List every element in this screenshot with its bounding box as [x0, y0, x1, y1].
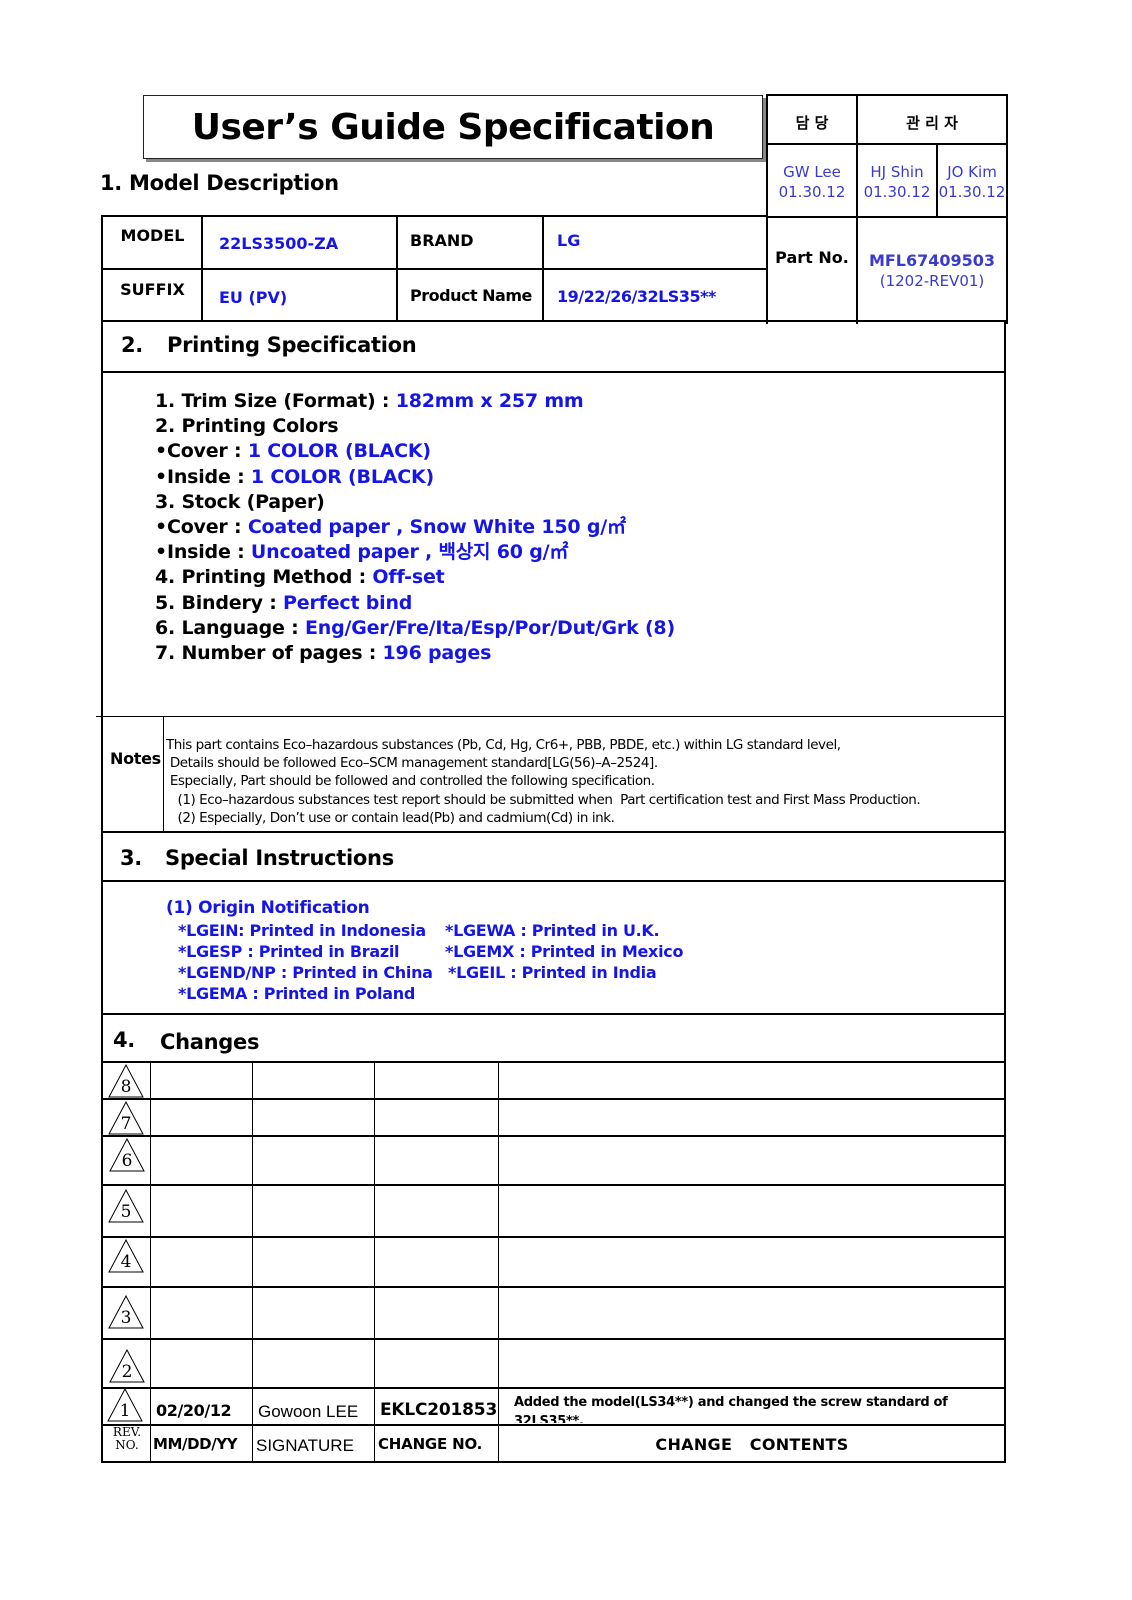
spec-page-count: 7. Number of pages : 196 pages	[155, 642, 492, 665]
notes-line: (2) Especially, Don’t use or contain lea…	[166, 809, 615, 826]
origin-item: *LGEIL : Printed in India	[448, 963, 657, 982]
origin-item: *LGEMX : Printed in Mexico	[445, 942, 684, 961]
product-name-value: 19/22/26/32LS35**	[557, 287, 716, 306]
section-3-rule	[101, 880, 1006, 882]
revision-triangle-3: 3	[108, 1295, 144, 1329]
signer-3-name: JO Kim	[947, 163, 997, 181]
spec-inside-paper: •Inside : Uncoated paper , 백상지 60 g/㎡	[155, 541, 569, 564]
origin-item: *LGEMA : Printed in Poland	[178, 984, 415, 1003]
printing-spec-heading: Printing Specification	[167, 333, 417, 357]
signer-3: JO Kim 01.30.12	[938, 162, 1006, 202]
notes-line: This part contains Eco–hazardous substan…	[166, 737, 841, 753]
change-no-column-label: CHANGE NO.	[378, 1435, 483, 1453]
spec-bindery: 5. Bindery : Perfect bind	[155, 591, 413, 614]
model-description-heading: 1. Model Description	[100, 171, 339, 195]
suffix-label: SUFFIX	[120, 280, 185, 299]
part-no-label: Part No.	[775, 248, 849, 267]
signer-3-date: 01.30.12	[938, 183, 1006, 201]
special-instructions-heading: Special Instructions	[165, 846, 394, 870]
section-3-top-rule	[101, 831, 1006, 833]
signature-column-label: SIGNATURE	[256, 1436, 354, 1455]
notes-line: (1) Eco–hazardous substances test report…	[166, 791, 921, 808]
revision-triangle-1: 1	[107, 1388, 143, 1422]
notes-top-rule	[96, 716, 1006, 717]
changes-heading: Changes	[160, 1030, 260, 1054]
revision-triangle-4: 4	[108, 1239, 144, 1273]
notes-line: Details should be followed Eco–SCM manag…	[166, 755, 658, 772]
change-contents-column-label: CHANGE CONTENTS	[655, 1435, 849, 1454]
change-date: 02/20/12	[156, 1401, 232, 1420]
section-4-rule	[101, 1061, 1006, 1063]
notes-text: This part contains Eco–hazardous substan…	[166, 736, 921, 827]
part-no: MFL67409503 (1202-REV01)	[858, 250, 1006, 292]
spec-trim-size: 1. Trim Size (Format) : 182mm x 257 mm	[155, 390, 584, 412]
origin-item: *LGEIN: Printed in Indonesia	[178, 921, 426, 940]
approval-header-charge: 담 당	[795, 114, 829, 132]
revision-triangle-6: 6	[109, 1138, 145, 1172]
spec-stock: 3. Stock (Paper)	[155, 490, 325, 513]
notes-divider	[163, 717, 164, 831]
spec-cover-paper: •Cover : Coated paper , Snow White 150 g…	[155, 516, 626, 539]
product-name-label: Product Name	[410, 286, 532, 305]
spec-language: 6. Language : Eng/Ger/Fre/Ita/Esp/Por/Du…	[155, 616, 675, 639]
section-4-top-rule	[101, 1013, 1006, 1015]
change-contents: Added the model(LS34**) and changed the …	[514, 1395, 948, 1423]
origin-item: *LGESP : Printed in Brazil	[178, 942, 400, 961]
frame-right-border	[1004, 320, 1006, 1463]
spec-inside-color: •Inside : 1 COLOR (BLACK)	[155, 465, 434, 488]
section-2-rule	[101, 371, 1006, 373]
origin-item: *LGEND/NP : Printed in China	[178, 963, 433, 982]
spec-cover-color: •Cover : 1 COLOR (BLACK)	[155, 440, 431, 463]
change-signature: Gowoon LEE	[258, 1402, 359, 1421]
signer-1: GW Lee 01.30.12	[768, 162, 856, 202]
part-no-revision: (1202-REV01)	[879, 272, 985, 290]
origin-notification-title: (1) Origin Notification	[166, 898, 370, 918]
special-instructions-number: 3.	[120, 846, 142, 870]
model-label: MODEL	[120, 226, 185, 245]
brand-label: BRAND	[410, 231, 474, 250]
signer-1-name: GW Lee	[783, 163, 841, 181]
rev-no-label: REV. NO.	[112, 1425, 142, 1452]
spec-printing-colors: 2. Printing Colors	[155, 415, 339, 438]
change-number: EKLC201853	[380, 1400, 498, 1420]
revision-triangle-7: 7	[108, 1101, 144, 1135]
revision-triangle-2: 2	[109, 1349, 145, 1383]
brand-value: LG	[557, 231, 581, 250]
revision-triangle-8: 8	[108, 1064, 144, 1098]
model-value: 22LS3500-ZA	[219, 234, 339, 253]
origin-list-left: *LGEIN: Printed in Indonesia *LGESP : Pr…	[178, 920, 433, 1004]
suffix-value: EU (PV)	[219, 288, 288, 307]
document-title-box: User’s Guide Specification	[143, 95, 763, 159]
spec-printing-method: 4. Printing Method : Off-set	[155, 566, 445, 589]
approval-header-manager: 관 리 자	[906, 114, 958, 132]
notes-line: Especially, Part should be followed and …	[166, 773, 655, 790]
changes-number: 4.	[113, 1028, 135, 1052]
signer-2-date: 01.30.12	[863, 183, 931, 201]
signer-2-name: HJ Shin	[870, 163, 924, 181]
signer-2: HJ Shin 01.30.12	[858, 162, 936, 202]
part-no-value: MFL67409503	[868, 251, 996, 270]
date-column-label: MM/DD/YY	[153, 1435, 238, 1453]
origin-list-right: *LGEWA : Printed in U.K. *LGEMX : Printe…	[445, 920, 683, 983]
notes-label: Notes	[110, 749, 161, 768]
document-title: User’s Guide Specification	[191, 106, 715, 148]
revision-triangle-5: 5	[108, 1189, 144, 1223]
signer-1-date: 01.30.12	[778, 183, 846, 201]
origin-item: *LGEWA : Printed in U.K.	[445, 921, 660, 940]
printing-spec-list: 1. Trim Size (Format) : 182mm x 257 mm 2…	[155, 389, 675, 666]
printing-spec-number: 2.	[121, 333, 143, 357]
